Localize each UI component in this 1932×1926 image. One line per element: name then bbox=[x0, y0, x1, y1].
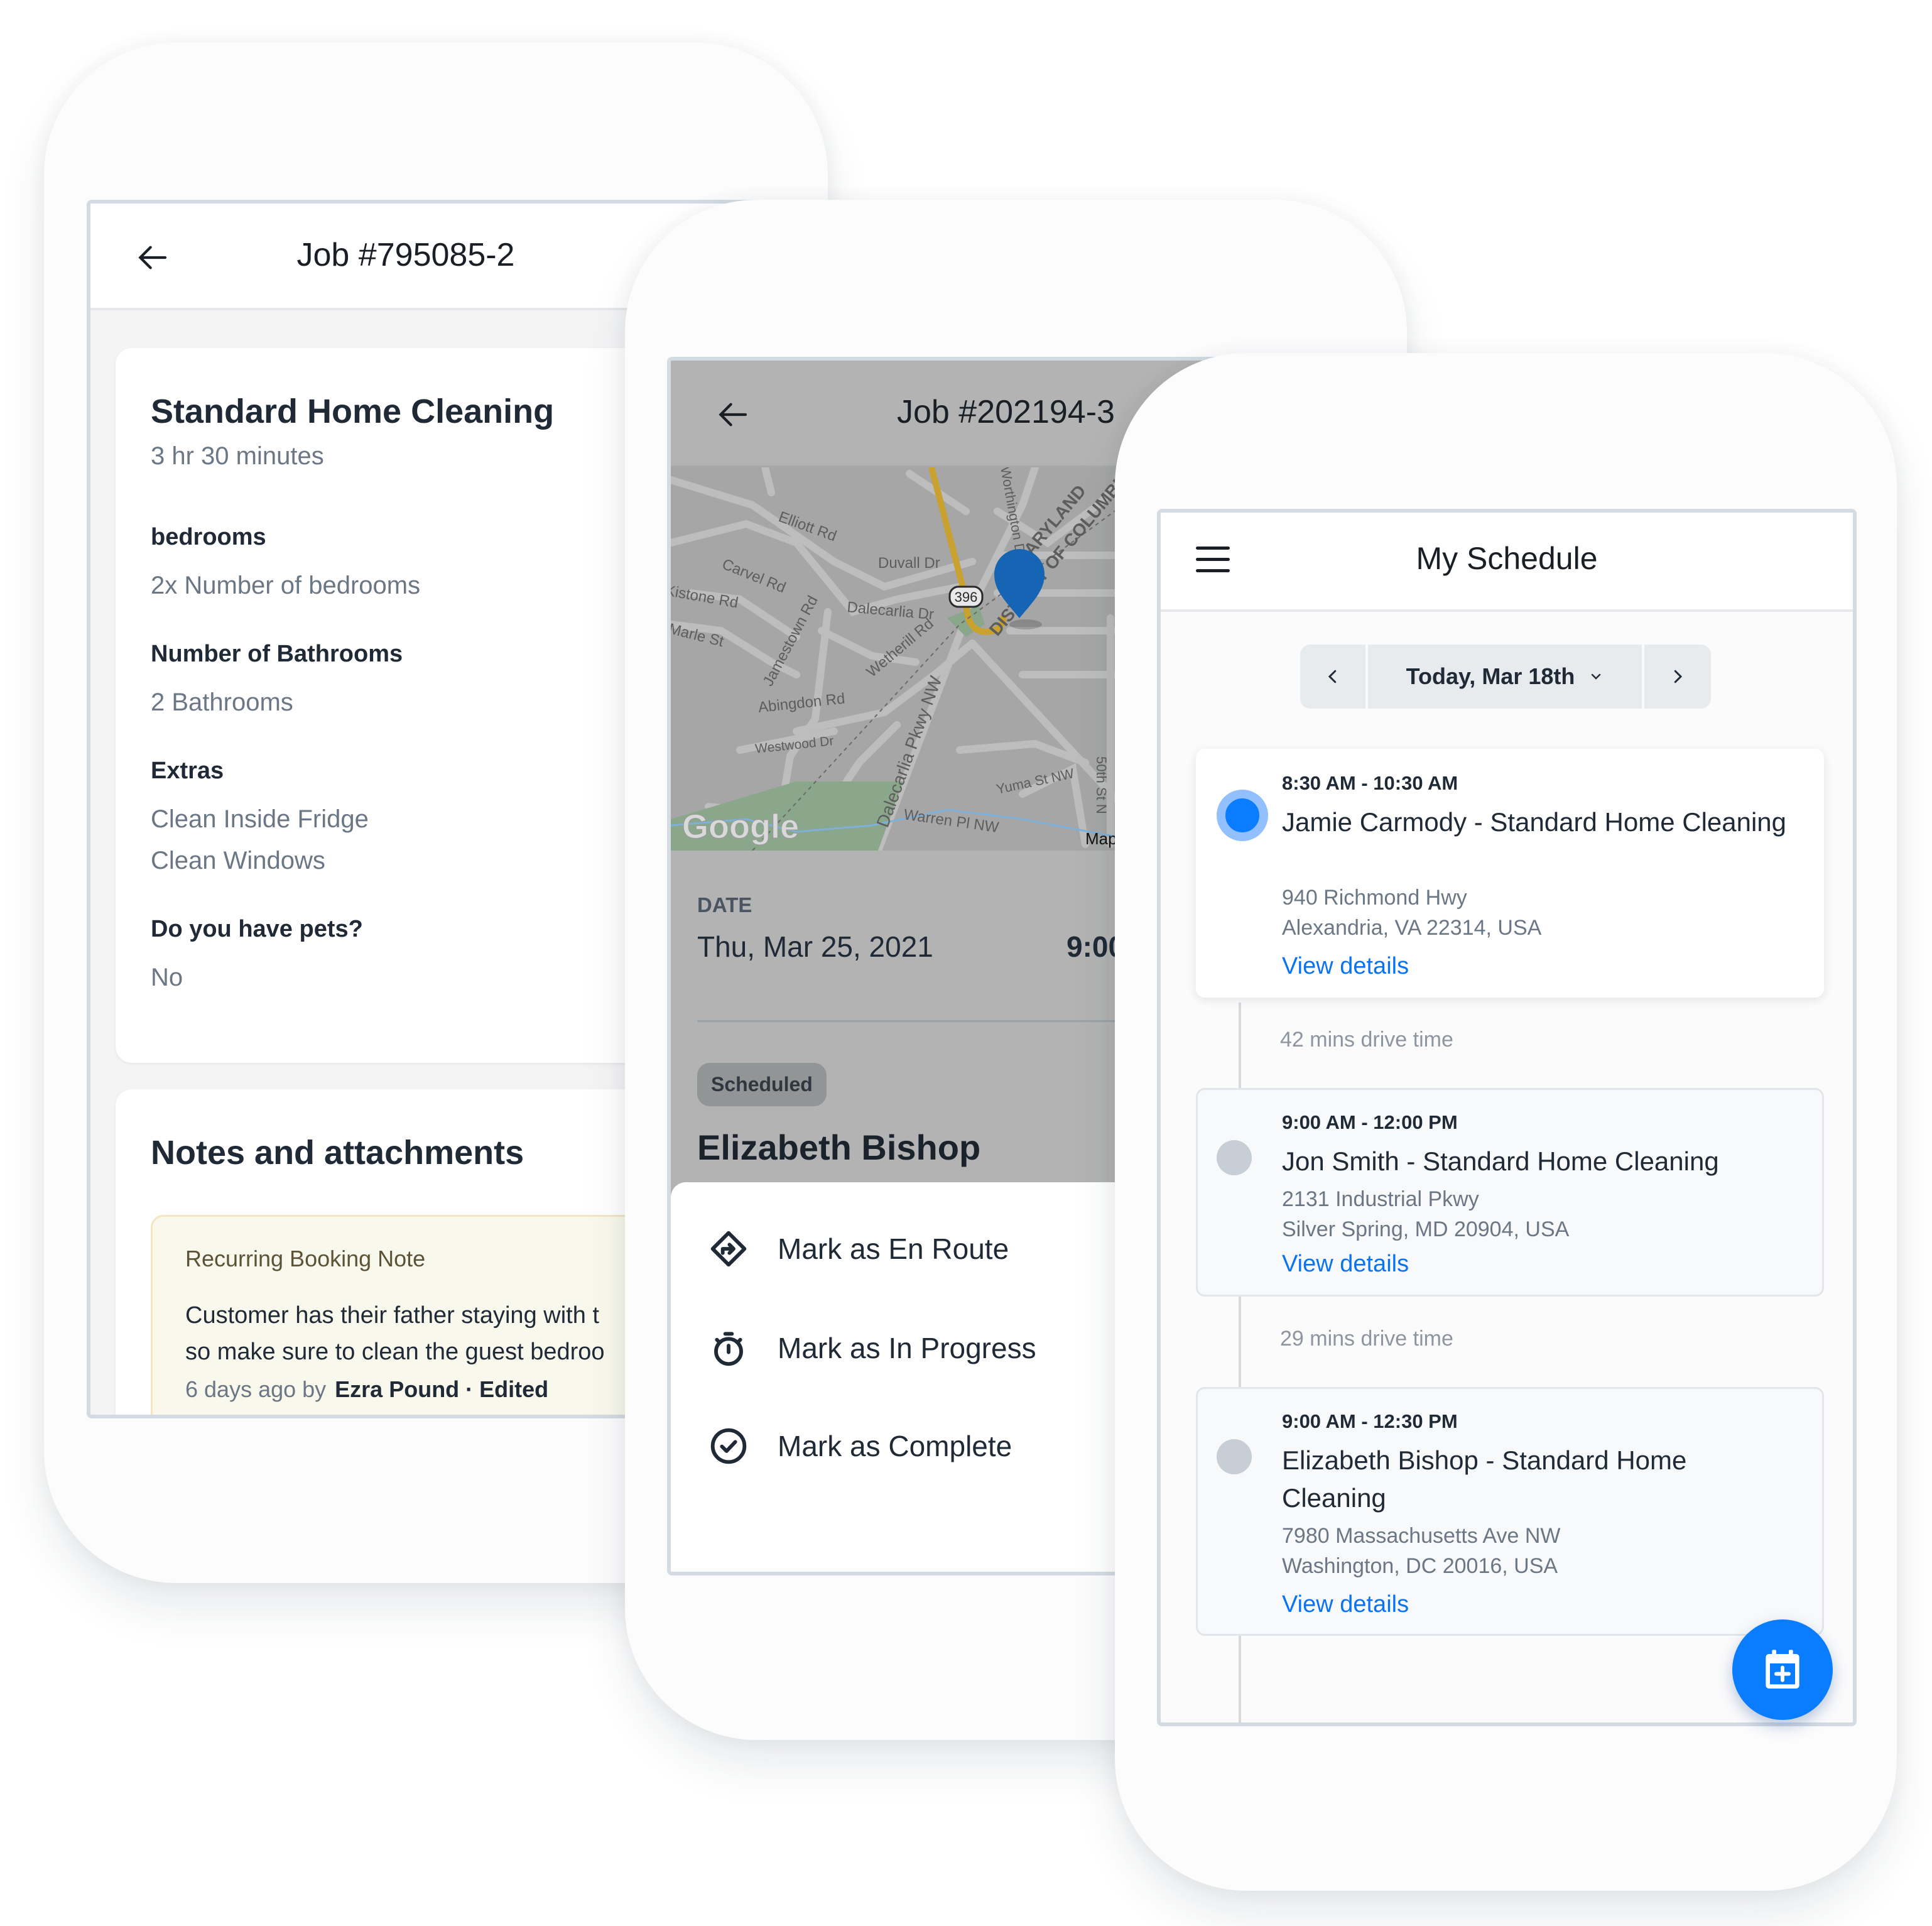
status-dot-active bbox=[1217, 790, 1268, 841]
stopwatch-icon bbox=[714, 1332, 743, 1366]
appointment-title: Jamie Carmody - Standard Home Cleaning bbox=[1282, 807, 1787, 837]
calendar-add-icon bbox=[1766, 1650, 1799, 1689]
drive-time: 42 mins drive time bbox=[1280, 1028, 1453, 1052]
route-shield-label: 396 bbox=[955, 589, 978, 605]
address-line: 940 Richmond Hwy bbox=[1282, 886, 1467, 910]
note-body-line: Customer has their father staying with t bbox=[185, 1302, 599, 1329]
note-body-line: so make sure to clean the guest bedroo bbox=[185, 1339, 605, 1365]
appointment-address: 2131 Industrial Pkwy Silver Spring, MD 2… bbox=[1282, 1184, 1569, 1244]
map-label: 50th St N bbox=[1094, 756, 1109, 814]
map-label: Carvel Rd bbox=[720, 556, 788, 597]
schedule-header: My Schedule bbox=[1161, 513, 1853, 612]
address-line: Silver Spring, MD 20904, USA bbox=[1282, 1217, 1570, 1241]
address-line: 2131 Industrial Pkwy bbox=[1282, 1187, 1479, 1211]
field-label: Number of Bathrooms bbox=[151, 641, 403, 667]
map-label: Abingdon Rd bbox=[757, 690, 846, 716]
mark-en-route-button[interactable]: Mark as En Route bbox=[708, 1224, 1009, 1274]
next-day-button[interactable] bbox=[1644, 645, 1711, 709]
appointment-time: 9:00 AM - 12:00 PM bbox=[1282, 1111, 1458, 1133]
view-details-link[interactable]: View details bbox=[1282, 1591, 1409, 1618]
appointment-card[interactable]: 8:30 AM - 10:30 AM Jamie Carmody - Stand… bbox=[1196, 749, 1824, 998]
field-value: 2 Bathrooms bbox=[151, 688, 293, 716]
field-bedrooms: bedrooms 2x Number of bedrooms bbox=[151, 524, 420, 606]
schedule-screen: My Schedule Today, Mar 18th 8:30 AM - 10… bbox=[1157, 509, 1857, 1726]
action-label: Mark as In Progress bbox=[778, 1332, 1036, 1364]
appointment-title: Elizabeth Bishop - Standard Home Cleanin… bbox=[1282, 1445, 1687, 1513]
map-label: Wetherill Rd bbox=[864, 615, 937, 680]
field-label: bedrooms bbox=[151, 524, 266, 550]
appointment-time: 8:30 AM - 10:30 AM bbox=[1282, 772, 1458, 794]
status-badge: Scheduled bbox=[697, 1063, 827, 1106]
page-title: Job #795085-2 bbox=[296, 237, 515, 273]
chevron-right-icon bbox=[1674, 670, 1683, 683]
note-meta: 6 days ago by Ezra Pound · Edited bbox=[185, 1376, 548, 1403]
appointment-address: 940 Richmond Hwy Alexandria, VA 22314, U… bbox=[1282, 883, 1541, 943]
mark-in-progress-button[interactable]: Mark as In Progress bbox=[708, 1323, 1036, 1373]
map-label: Kistone Rd bbox=[671, 582, 739, 612]
date-label: Today, Mar 18th bbox=[1406, 663, 1575, 689]
field-value: Clean Windows bbox=[151, 847, 325, 874]
status-dot bbox=[1217, 1140, 1252, 1175]
notes-heading: Notes and attachments bbox=[151, 1134, 524, 1172]
field-label: Extras bbox=[151, 758, 224, 784]
address-line: Alexandria, VA 22314, USA bbox=[1282, 916, 1542, 940]
field-pets: Do you have pets? No bbox=[151, 916, 363, 998]
field-bathrooms: Number of Bathrooms 2 Bathrooms bbox=[151, 641, 403, 723]
map-attribution[interactable]: Map bbox=[1085, 829, 1117, 848]
chevron-down-icon bbox=[1592, 673, 1601, 680]
date-picker: Today, Mar 18th bbox=[1300, 645, 1711, 709]
appointment-card[interactable]: 9:00 AM - 12:30 PM Elizabeth Bishop - St… bbox=[1196, 1387, 1824, 1636]
check-circle-icon bbox=[710, 1428, 747, 1464]
status-dot bbox=[1217, 1439, 1252, 1474]
field-value: Clean Inside Fridge bbox=[151, 805, 369, 833]
previous-day-button[interactable] bbox=[1300, 645, 1365, 709]
note-timestamp: 6 days ago by bbox=[185, 1376, 327, 1402]
action-label: Mark as En Route bbox=[778, 1232, 1009, 1265]
map-label: Duvall Dr bbox=[878, 555, 940, 572]
map-label: Yuma St NW bbox=[995, 765, 1076, 797]
note-body: Customer has their father staying with t… bbox=[185, 1297, 605, 1370]
date-value: Thu, Mar 25, 2021 bbox=[697, 930, 933, 963]
directions-icon bbox=[710, 1231, 747, 1267]
page-title: My Schedule bbox=[1416, 541, 1598, 576]
service-duration: 3 hr 30 minutes bbox=[151, 442, 324, 470]
view-details-link[interactable]: View details bbox=[1282, 953, 1409, 980]
field-value: 2x Number of bedrooms bbox=[151, 572, 421, 599]
address-line: Washington, DC 20016, USA bbox=[1282, 1554, 1558, 1578]
appointment-time: 9:00 AM - 12:30 PM bbox=[1282, 1410, 1458, 1432]
appointment-card[interactable]: 9:00 AM - 12:00 PM Jon Smith - Standard … bbox=[1196, 1088, 1824, 1297]
drive-time: 29 mins drive time bbox=[1280, 1327, 1453, 1351]
field-value: No bbox=[151, 964, 183, 991]
note-title: Recurring Booking Note bbox=[185, 1246, 426, 1271]
map-canvas: 396 Elliott Rd Carvel Rd Duvall Dr Kisto… bbox=[671, 467, 1123, 851]
view-details-link[interactable]: View details bbox=[1282, 1251, 1409, 1278]
date-dropdown[interactable]: Today, Mar 18th bbox=[1368, 645, 1642, 709]
date-label: DATE bbox=[697, 893, 752, 917]
service-name: Standard Home Cleaning bbox=[151, 393, 555, 430]
appointment-address: 7980 Massachusetts Ave NW Washington, DC… bbox=[1282, 1521, 1560, 1581]
customer-name: Elizabeth Bishop bbox=[697, 1128, 981, 1167]
add-booking-fab[interactable] bbox=[1732, 1619, 1833, 1720]
appointment-title: Jon Smith - Standard Home Cleaning bbox=[1282, 1146, 1719, 1176]
address-line: 7980 Massachusetts Ave NW bbox=[1282, 1524, 1561, 1548]
action-label: Mark as Complete bbox=[778, 1430, 1012, 1462]
mark-complete-button[interactable]: Mark as Complete bbox=[708, 1421, 1012, 1471]
note-author: Ezra Pound · Edited bbox=[335, 1376, 549, 1402]
field-extras: Extras Clean Inside Fridge Clean Windows bbox=[151, 758, 369, 881]
google-logo: Google bbox=[682, 808, 799, 846]
field-label: Do you have pets? bbox=[151, 916, 363, 942]
chevron-left-icon bbox=[1328, 670, 1337, 683]
